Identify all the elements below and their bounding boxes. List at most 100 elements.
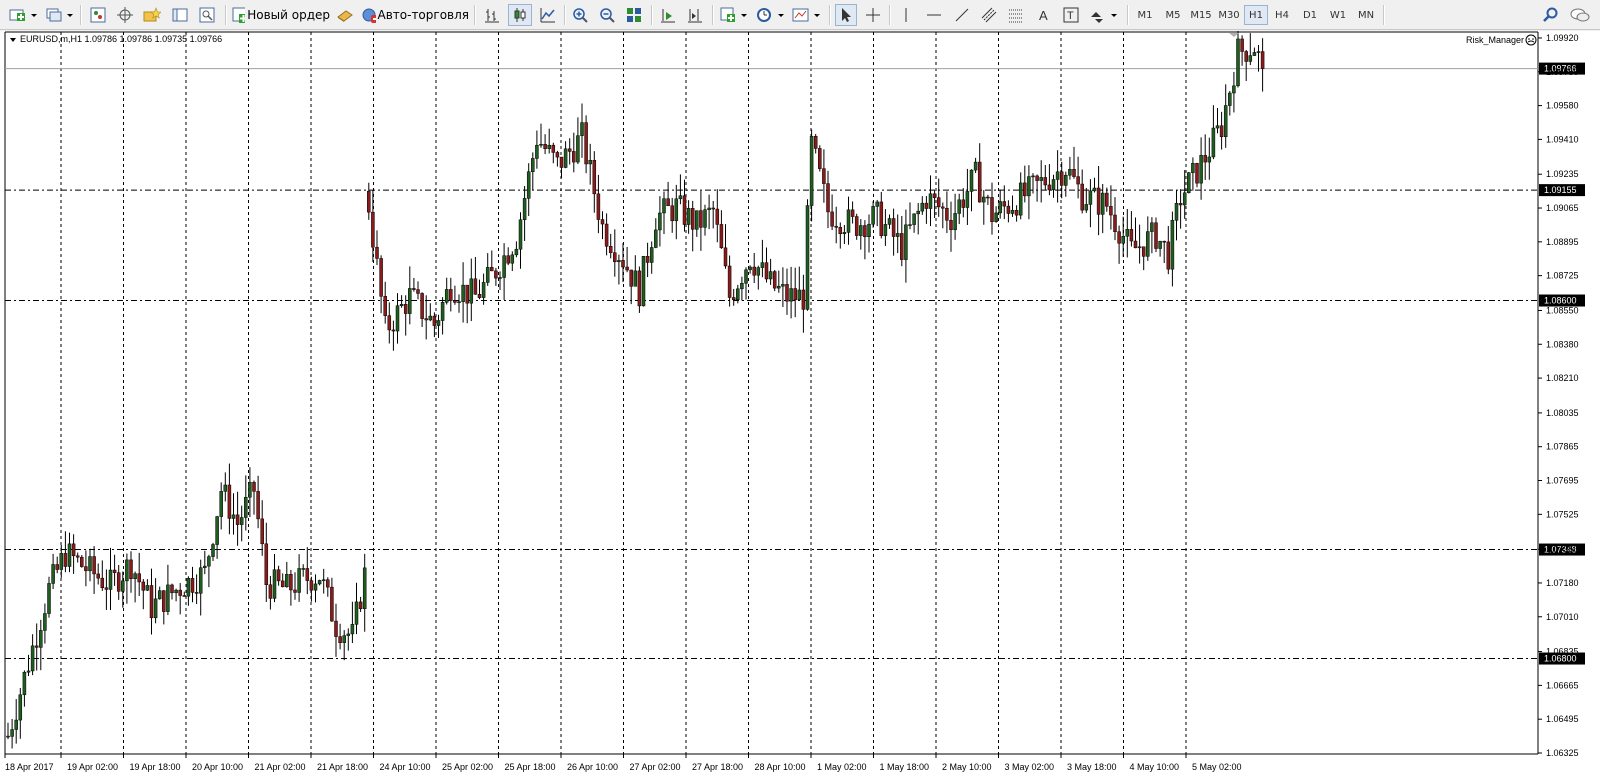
tile-windows-button[interactable]	[623, 4, 645, 26]
candle-bull	[219, 491, 223, 517]
candle-bull	[354, 601, 359, 625]
candle-bull	[756, 267, 761, 276]
candle-bear	[1154, 222, 1158, 249]
timeframe-m30[interactable]: M30	[1215, 5, 1243, 25]
periods-button[interactable]	[755, 4, 787, 26]
text-button[interactable]: A	[1033, 4, 1055, 26]
candle-bear	[55, 564, 59, 570]
line-chart-button[interactable]	[537, 4, 559, 26]
terminal-button[interactable]	[169, 4, 191, 26]
market-watch-icon	[90, 7, 106, 23]
timeframe-m1[interactable]: M1	[1132, 5, 1158, 25]
x-tick-label: 19 Apr 18:00	[130, 762, 181, 772]
candle-bear	[75, 555, 80, 558]
y-tick-label: 1.07865	[1546, 442, 1579, 452]
candle-bear	[379, 258, 383, 297]
candle-bull	[760, 262, 765, 268]
candle-bull	[153, 598, 158, 619]
candle-bull	[1010, 210, 1015, 214]
chart-window[interactable]: 1.09155 1.08600 1.07348 1.06800 1.09766 1.09…	[0, 31, 1600, 773]
bar-chart-button[interactable]	[481, 4, 503, 26]
text-label-button[interactable]: T	[1060, 4, 1082, 26]
metaeditor-button[interactable]	[334, 4, 356, 26]
candle-bull	[953, 213, 957, 230]
candle-bear	[838, 227, 843, 235]
candle-bull	[867, 223, 871, 238]
templates-button[interactable]	[791, 4, 823, 26]
indicators-button[interactable]	[718, 4, 750, 26]
timeframe-m15[interactable]: M15	[1187, 5, 1215, 25]
candle-bull	[535, 144, 539, 159]
candle-bull	[658, 212, 662, 231]
candle-bear	[227, 484, 232, 519]
vertical-line-icon	[905, 8, 907, 22]
new-order-button[interactable]: Новый ордер	[232, 4, 330, 26]
main-toolbar: Новый ордер Авто-торговля A T M1 M5 M15 …	[0, 0, 1600, 30]
price-level-label: 1.09155	[1544, 185, 1577, 195]
horizontal-line-button[interactable]	[923, 4, 945, 26]
timeframe-h4[interactable]: H4	[1270, 5, 1294, 25]
price-level-label: 1.08600	[1544, 296, 1577, 306]
candle-bull	[399, 304, 404, 306]
fibonacci-button[interactable]	[1005, 4, 1027, 26]
cursor-button[interactable]	[835, 4, 857, 26]
candle-bear	[764, 262, 769, 280]
candle-bear	[1014, 210, 1019, 216]
candle-bull	[10, 729, 14, 737]
equidistant-channel-button[interactable]	[978, 4, 1000, 26]
candle-bull	[912, 213, 916, 225]
y-tick-label: 1.09065	[1546, 203, 1579, 213]
candle-bull	[539, 143, 543, 146]
candle-bear	[596, 193, 601, 220]
candle-bull	[18, 694, 23, 721]
price-chart[interactable]: 1.091551.086001.073481.068001.09766 1.09…	[0, 31, 1600, 773]
autotrading-button[interactable]: Авто-торговля	[361, 4, 469, 26]
candle-bear	[551, 144, 556, 153]
auto-scroll-button[interactable]	[657, 4, 679, 26]
vertical-line-button[interactable]	[895, 4, 917, 26]
zoom-in-button[interactable]	[569, 4, 591, 26]
timeframe-w1[interactable]: W1	[1326, 5, 1350, 25]
timeframe-d1[interactable]: D1	[1298, 5, 1322, 25]
trendline-button[interactable]	[951, 4, 973, 26]
candle-bull	[916, 210, 920, 215]
x-tick-label: 25 Apr 02:00	[442, 762, 493, 772]
timeframe-h1[interactable]: H1	[1244, 5, 1268, 25]
candle-bear	[1023, 182, 1027, 197]
timeframe-mn[interactable]: MN	[1353, 5, 1379, 25]
profiles-button[interactable]	[44, 4, 76, 26]
zoom-out-button[interactable]	[596, 4, 618, 26]
new-order-icon	[232, 7, 246, 23]
candle-bull	[1223, 105, 1228, 137]
candle-bear	[572, 151, 576, 163]
candle-bear	[260, 518, 264, 545]
candle-bear	[268, 584, 273, 599]
market-watch-button[interactable]	[87, 4, 109, 26]
candlestick-chart-button[interactable]	[508, 4, 532, 26]
candle-bull	[633, 270, 638, 287]
channel-icon	[981, 7, 997, 23]
candle-bull	[809, 136, 814, 206]
arrows-button[interactable]	[1087, 4, 1121, 26]
navigator-button[interactable]	[141, 4, 163, 26]
candle-bull	[39, 630, 43, 648]
strategy-tester-button[interactable]	[196, 4, 218, 26]
candle-bull	[580, 122, 584, 136]
x-tick-label: 21 Apr 18:00	[317, 762, 368, 772]
chat-button[interactable]	[1568, 4, 1592, 26]
candle-bull	[428, 315, 433, 321]
search-button[interactable]	[1540, 4, 1562, 26]
y-tick-label: 1.09750	[1546, 67, 1579, 77]
x-tick-label: 2 May 10:00	[942, 762, 992, 772]
candle-bull	[748, 266, 752, 271]
candle-bull	[1232, 85, 1236, 94]
chart-shift-button[interactable]	[684, 4, 706, 26]
new-chart-button[interactable]	[6, 4, 40, 26]
candle-bear	[391, 329, 396, 332]
candle-bear	[670, 205, 674, 222]
candle-bear	[682, 195, 687, 225]
data-window-button[interactable]	[114, 4, 136, 26]
timeframe-m5[interactable]: M5	[1160, 5, 1186, 25]
crosshair-button[interactable]	[862, 4, 884, 26]
y-tick-label: 1.09920	[1546, 33, 1579, 43]
